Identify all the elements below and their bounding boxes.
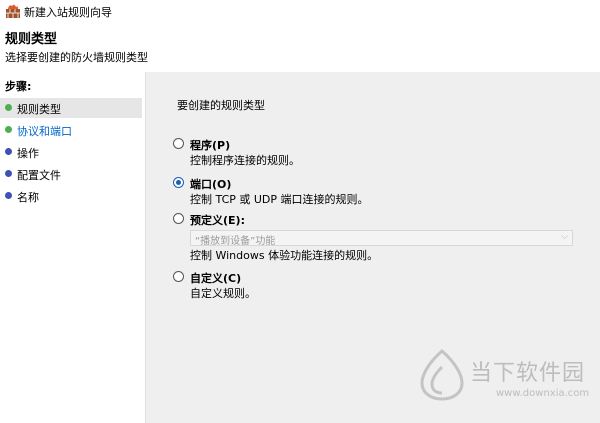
watermark-logo-icon [420,349,464,401]
page-subtitle: 选择要创建的防火墙规则类型 [5,51,148,64]
watermark-text: 当下软件园 [470,361,586,386]
step-name[interactable]: 名称 [0,186,142,206]
select-value: “播放到设备”功能 [195,236,276,247]
page-header: 规则类型 选择要创建的防火墙规则类型 [0,22,600,72]
option-description: 自定义规则。 [190,287,256,300]
step-status-dot-icon [5,170,12,177]
page-title: 规则类型 [5,32,58,47]
window-title: 新建入站规则向导 [24,6,112,19]
option-description: 控制 TCP 或 UDP 端口连接的规则。 [190,193,369,206]
step-label: 配置文件 [17,169,61,182]
rule-type-prompt: 要创建的规则类型 [177,99,265,112]
option-label[interactable]: 自定义(C) [190,270,241,286]
watermark: 当下软件园 www.downxia.com [414,345,600,423]
radio-predefined[interactable] [173,213,184,224]
step-label: 协议和端口 [17,125,72,138]
radio-port[interactable] [173,177,184,188]
step-label: 规则类型 [17,103,61,116]
step-label: 名称 [17,191,39,204]
chevron-down-icon[interactable]: ⌵ [561,232,568,242]
step-rule-type[interactable]: 规则类型 [0,98,142,118]
option-description: 控制程序连接的规则。 [190,154,300,167]
firewall-wall-icon [6,4,20,18]
option-label[interactable]: 预定义(E): [190,212,245,228]
option-label[interactable]: 程序(P) [190,137,230,153]
steps-sidebar: 步骤: 规则类型 协议和端口 操作 配置文件 名称 [0,72,145,423]
step-profile[interactable]: 配置文件 [0,164,142,184]
step-protocol-port[interactable]: 协议和端口 [0,120,142,140]
watermark-url: www.downxia.com [496,388,590,399]
radio-custom[interactable] [173,271,184,282]
step-status-dot-icon [5,104,12,111]
step-label: 操作 [17,147,39,160]
title-bar: 新建入站规则向导 [0,0,600,22]
step-status-dot-icon [5,126,12,133]
steps-heading: 步骤: [5,80,32,93]
step-status-dot-icon [5,192,12,199]
option-label[interactable]: 端口(O) [190,176,231,192]
option-description: 控制 Windows 体验功能连接的规则。 [190,249,379,262]
step-status-dot-icon [5,148,12,155]
step-action[interactable]: 操作 [0,142,142,162]
predefined-rule-select[interactable]: “播放到设备”功能 ⌵ [190,230,573,247]
radio-program[interactable] [173,138,184,149]
